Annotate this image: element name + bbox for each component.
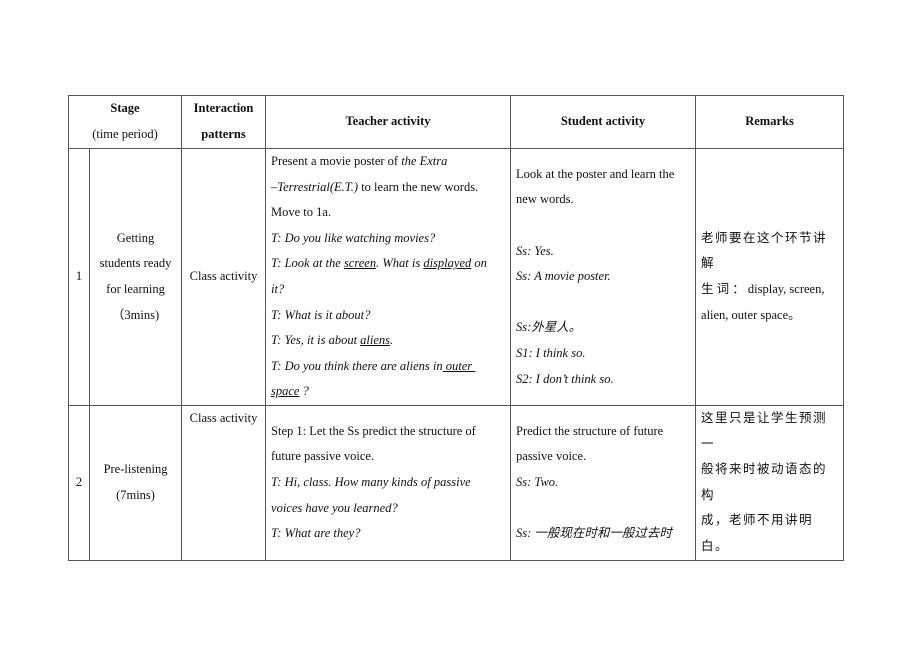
table-row: 2 Pre-listening (7mins) Class activity S… [68,405,845,561]
stage-line: for learning [106,282,165,296]
student-line: passive voice. [516,449,587,464]
remarks-line: alien, outer space。 [701,307,801,322]
header-interaction-line2: patterns [201,127,246,141]
student-line: Ss: Yes. [516,243,554,258]
stage-duration: （3mins) [111,307,160,322]
row-number: 2 [68,405,90,561]
movie-title: –Terrestrial(E.T.) [271,179,359,194]
student-line: Ss: A movie poster. [516,269,611,284]
stage-duration: (7mins) [116,487,155,502]
vocab-word: space [271,384,300,399]
text: to learn the new words. [358,179,479,194]
student-line: S2: I don’t think so. [516,371,614,386]
header-stage: Stage (time period) [67,95,183,149]
student-line: Look at the poster and learn the [516,166,675,181]
remarks-line: 生 词 ： display, screen, [701,282,825,296]
remarks-cell: 这里只是让学生预测一 般将来时被动语态的构 成，老师不用讲明白。 [695,405,845,561]
teacher-activity-cell: Present a movie poster of the Extra –Ter… [265,148,512,406]
teacher-line: future passive voice. [271,449,375,464]
lesson-plan-table: Stage (time period) Interaction patterns… [67,95,845,561]
teacher-line: T: Do you think there are aliens in oute… [271,354,505,380]
remarks-line: 老师要在这个环节讲解 [701,230,828,271]
vocab-word: displayed [423,256,472,271]
header-teacher-activity: Teacher activity [265,95,512,149]
header-student-activity: Student activity [510,95,697,149]
remarks-line: 这里只是让学生预测一 [701,411,828,451]
student-line: Ss: Two. [516,474,559,489]
stage-line: Getting [116,230,155,245]
teacher-line: T: Look at the screen. What is displayed… [271,251,505,277]
student-line: Predict the structure of future [516,423,664,438]
student-activity-cell: Look at the poster and learn the new wor… [510,148,697,406]
interaction-pattern-cell: Class activity [181,405,267,561]
text: on [471,256,487,271]
text: Present a movie poster of [271,154,402,169]
teacher-line: space ? [271,379,505,405]
remarks-cell: 老师要在这个环节讲解 生 词 ： display, screen, alien,… [695,148,845,406]
interaction-pattern-cell: Class activity [181,148,267,406]
header-remarks: Remarks [695,95,845,149]
text: T: Look at the [271,256,344,271]
stage-cell: Getting students ready for learning （3mi… [88,148,183,406]
teacher-line: voices have you learned? [271,500,398,515]
teacher-line: Move to 1a. [271,205,332,220]
header-stage-sub: (time period) [92,127,158,141]
student-activity-cell: Predict the structure of future passive … [510,405,697,561]
remarks-line: 成，老师不用讲明白。 [701,513,814,553]
stage-cell: Pre-listening (7mins) [88,405,183,561]
text: . What is [376,256,424,271]
text: T: Yes, it is about [271,333,361,348]
student-line: Ss: 一般现在时和一般过去时 [516,526,672,541]
teacher-line: –Terrestrial(E.T.) to learn the new word… [271,175,505,201]
row-number: 1 [68,148,90,406]
header-interaction: Interaction patterns [181,95,267,149]
teacher-line: T: Hi, class. How many kinds of passive [271,474,471,489]
text: ? [299,384,309,399]
stage-line: Pre-listening [103,462,168,477]
student-line: new words. [516,192,574,207]
student-line: Ss:外星人。 [516,320,582,335]
teacher-line: T: What is it about? [271,307,371,322]
teacher-line: T: What are they? [271,526,361,541]
header-interaction-line1: Interaction [193,101,254,116]
teacher-line: T: Yes, it is about aliens. [271,328,505,354]
header-stage-label: Stage [110,101,140,116]
teacher-line: T: Do you like watching movies? [271,230,436,245]
remarks-line: 般将来时被动语态的构 [701,462,828,502]
vocab-word: outer [442,358,476,373]
teacher-line: Step 1: Let the Ss predict the structure… [271,423,476,438]
header-row: Stage (time period) Interaction patterns… [67,95,845,149]
text: . [390,333,394,348]
teacher-line: Present a movie poster of the Extra [271,149,505,175]
text: T: Do you think there are aliens in [271,358,443,373]
stage-line: students ready [99,256,172,271]
movie-title: the Extra [401,154,448,169]
teacher-line: it? [271,282,285,296]
vocab-word: aliens [360,333,391,348]
table-row: 1 Getting students ready for learning （3… [68,148,845,406]
vocab-word: screen [343,256,377,271]
teacher-activity-cell: Step 1: Let the Ss predict the structure… [265,405,512,561]
student-line: S1: I think so. [516,345,586,360]
